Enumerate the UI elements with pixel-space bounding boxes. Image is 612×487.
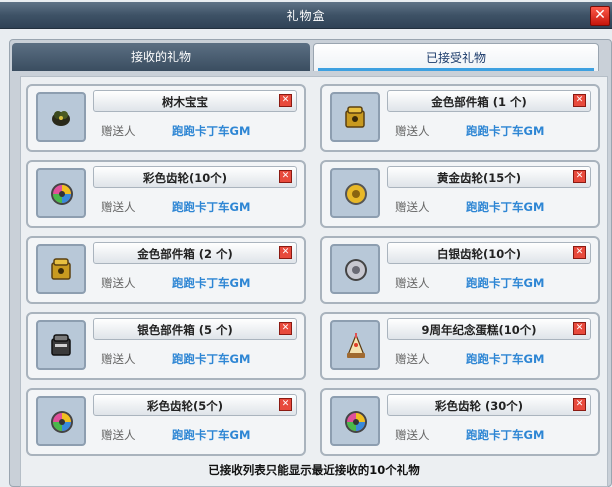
sender-name[interactable]: 跑跑卡丁车GM [466,427,544,443]
sender-label: 赠送人 [101,276,136,290]
gift-card[interactable]: 金色部件箱 (2 个) ✕ 赠送人 跑跑卡丁车GM [26,236,306,304]
delete-gift-button[interactable]: ✕ [279,398,292,411]
delete-gift-button[interactable]: ✕ [573,94,586,107]
gift-thumbnail [330,244,380,294]
sender-label: 赠送人 [101,352,136,366]
gift-name-bar: 金色部件箱 (2 个) ✕ [93,242,297,264]
sender-name[interactable]: 跑跑卡丁车GM [172,275,250,291]
gift-name: 金色部件箱 (1 个) [431,95,527,109]
gift-name: 白银齿轮(10个) [436,247,521,261]
gift-thumbnail [330,168,380,218]
gift-box-window: 礼物盒 ✕ 接收的礼物 已接受礼物 树木宝宝 ✕ 赠送人 跑跑卡丁车GM 金色部件箱 (… [0,0,612,487]
sender-label: 赠送人 [101,124,136,138]
gift-name-bar: 银色部件箱 (5 个) ✕ [93,318,297,340]
gift-thumbnail [36,168,86,218]
sender-name[interactable]: 跑跑卡丁车GM [466,351,544,367]
gift-name: 9周年纪念蛋糕(10个) [421,323,537,337]
sender-name[interactable]: 跑跑卡丁车GM [466,199,544,215]
sender-name[interactable]: 跑跑卡丁车GM [172,427,250,443]
title-bar[interactable]: 礼物盒 ✕ [0,2,612,29]
sender-label: 赠送人 [101,200,136,214]
gift-card[interactable]: 9周年纪念蛋糕(10个) ✕ 赠送人 跑跑卡丁车GM [320,312,600,380]
gift-thumbnail [36,244,86,294]
close-button[interactable]: ✕ [590,6,610,26]
sender-label: 赠送人 [395,352,430,366]
gift-thumbnail [36,320,86,370]
gift-name-bar: 9周年纪念蛋糕(10个) ✕ [387,318,591,340]
gift-name: 黄金齿轮(15个) [436,171,521,185]
gift-name-bar: 白银齿轮(10个) ✕ [387,242,591,264]
delete-gift-button[interactable]: ✕ [279,246,292,259]
sender-label: 赠送人 [395,428,430,442]
gift-card[interactable]: 彩色齿轮(10个) ✕ 赠送人 跑跑卡丁车GM [26,160,306,228]
gift-name-bar: 金色部件箱 (1 个) ✕ [387,90,591,112]
sender-name[interactable]: 跑跑卡丁车GM [172,199,250,215]
sender-label: 赠送人 [101,428,136,442]
gift-thumbnail [36,92,86,142]
gift-name: 金色部件箱 (2 个) [137,247,233,261]
gift-name-bar: 黄金齿轮(15个) ✕ [387,166,591,188]
gift-card[interactable]: 金色部件箱 (1 个) ✕ 赠送人 跑跑卡丁车GM [320,84,600,152]
gift-card[interactable]: 白银齿轮(10个) ✕ 赠送人 跑跑卡丁车GM [320,236,600,304]
footer-note: 已接收列表只能显示最近接收的10个礼物 [208,463,420,477]
gift-name: 彩色齿轮(10个) [142,171,227,185]
delete-gift-button[interactable]: ✕ [573,246,586,259]
tab-received-gifts[interactable]: 接收的礼物 [12,43,310,71]
sender-label: 赠送人 [395,276,430,290]
gift-card[interactable]: 银色部件箱 (5 个) ✕ 赠送人 跑跑卡丁车GM [26,312,306,380]
sender-label: 赠送人 [395,200,430,214]
tab-accepted-gifts[interactable]: 已接受礼物 [313,43,599,71]
window-title: 礼物盒 [286,9,326,23]
gift-thumbnail [36,396,86,446]
sender-label: 赠送人 [395,124,430,138]
delete-gift-button[interactable]: ✕ [573,170,586,183]
gift-card[interactable]: 树木宝宝 ✕ 赠送人 跑跑卡丁车GM [26,84,306,152]
gift-name-bar: 彩色齿轮(5个) ✕ [93,394,297,416]
gift-card[interactable]: 黄金齿轮(15个) ✕ 赠送人 跑跑卡丁车GM [320,160,600,228]
gift-name: 彩色齿轮 (30个) [434,399,524,413]
delete-gift-button[interactable]: ✕ [279,322,292,335]
gift-name-bar: 彩色齿轮 (30个) ✕ [387,394,591,416]
sender-name[interactable]: 跑跑卡丁车GM [172,351,250,367]
sender-name[interactable]: 跑跑卡丁车GM [172,123,250,139]
gift-name-bar: 彩色齿轮(10个) ✕ [93,166,297,188]
gift-thumbnail [330,92,380,142]
delete-gift-button[interactable]: ✕ [279,170,292,183]
gift-name: 树木宝宝 [162,95,208,109]
gift-card[interactable]: 彩色齿轮(5个) ✕ 赠送人 跑跑卡丁车GM [26,388,306,456]
gift-thumbnail [330,320,380,370]
gift-card[interactable]: 彩色齿轮 (30个) ✕ 赠送人 跑跑卡丁车GM [320,388,600,456]
gift-thumbnail [330,396,380,446]
delete-gift-button[interactable]: ✕ [573,398,586,411]
gift-name-bar: 树木宝宝 ✕ [93,90,297,112]
gift-name: 彩色齿轮(5个) [146,399,223,413]
sender-name[interactable]: 跑跑卡丁车GM [466,275,544,291]
delete-gift-button[interactable]: ✕ [279,94,292,107]
sender-name[interactable]: 跑跑卡丁车GM [466,123,544,139]
gift-name: 银色部件箱 (5 个) [137,323,233,337]
delete-gift-button[interactable]: ✕ [573,322,586,335]
